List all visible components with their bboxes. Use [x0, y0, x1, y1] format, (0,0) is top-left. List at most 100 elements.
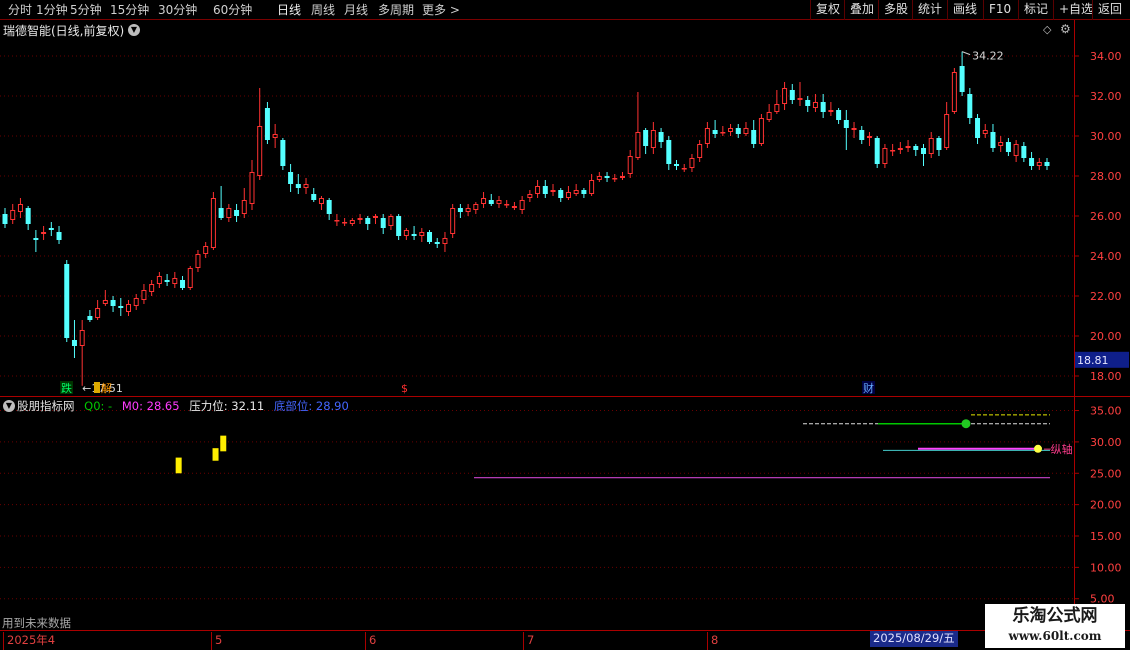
period-tab-9[interactable]: 多周期 [378, 2, 414, 18]
candle-body [71, 340, 77, 346]
q0-value: Q0: - [84, 399, 113, 413]
candle-body [280, 140, 286, 166]
period-tab-2[interactable]: 5分钟 [70, 2, 102, 18]
price-tick-label-0: 34.00 [1090, 50, 1122, 63]
candle-body [550, 190, 556, 192]
toolbar-button-2[interactable]: 多股 [878, 0, 913, 20]
price-tick-label-8: 18.00 [1090, 370, 1122, 383]
price-tick-label-1: 32.00 [1090, 90, 1122, 103]
candle-body [110, 300, 116, 306]
candle-body [180, 280, 186, 288]
candle-body [465, 208, 471, 212]
candle-body [342, 222, 348, 224]
watermark: 乐淘公式网 www.60lt.com [985, 604, 1125, 648]
candle-body [612, 178, 618, 180]
current-price-label: 18.81 [1077, 354, 1109, 367]
date-tick-2: 6 [365, 632, 376, 650]
indicator-tick-label-2: 25.00 [1090, 467, 1122, 480]
candle-body [334, 220, 340, 222]
price-tick-label-6: 22.00 [1090, 290, 1122, 303]
candle-body [743, 128, 749, 134]
candle-body [457, 208, 463, 212]
candle-body [450, 208, 456, 234]
period-tab-6[interactable]: 日线 [277, 2, 301, 18]
candle-body [774, 104, 780, 112]
toolbar-button-1[interactable]: 叠加 [844, 0, 879, 20]
candlestick-chart[interactable]: ─纵轴 34.00 32.00 30.00 28.00 26.00 24.00 22.00 2… [0, 20, 1130, 630]
period-tab-8[interactable]: 月线 [344, 2, 368, 18]
candle-body [349, 220, 355, 224]
candle-body [1013, 144, 1019, 156]
candle-body [481, 198, 487, 204]
candle-body [1036, 162, 1042, 166]
period-tab-5[interactable]: 60分钟 [213, 2, 252, 18]
candle-body [288, 172, 294, 184]
candle-body [589, 180, 595, 194]
candle-body [156, 276, 162, 284]
candle-body [704, 128, 710, 144]
candle-body [25, 208, 31, 224]
candle-body [318, 198, 324, 204]
date-tick-4: 8 [707, 632, 718, 650]
candle-body [542, 186, 548, 194]
candle-body [527, 194, 533, 198]
green-dot [961, 419, 971, 429]
candle-body [511, 206, 517, 208]
candle-body [658, 132, 664, 142]
price-tick-label-4: 26.00 [1090, 210, 1122, 223]
event-e-box [94, 382, 100, 393]
toolbar-button-0[interactable]: 复权 [810, 0, 845, 20]
candle-body [303, 184, 309, 188]
candle-body [951, 72, 957, 112]
toolbar-button-8[interactable]: 返回 [1092, 0, 1127, 20]
candle-body [565, 192, 571, 198]
candle-body [272, 134, 278, 138]
indicator-lines: ─纵轴 [175, 414, 1073, 479]
watermark-title: 乐淘公式网 [1012, 606, 1098, 626]
period-tab-1[interactable]: 1分钟 [36, 2, 68, 18]
candle-body [141, 290, 147, 300]
candle-body [1029, 158, 1035, 166]
toolbar-button-5[interactable]: F10 [983, 0, 1016, 20]
date-axis: 2025年4 5 6 7 8 [0, 630, 1130, 650]
candle-body [241, 200, 247, 214]
candle-body [643, 130, 649, 146]
toolbar-button-4[interactable]: 画线 [947, 0, 982, 20]
candle-body [666, 140, 672, 164]
candle-body [203, 246, 209, 254]
candle-body [365, 218, 371, 224]
candle-body [581, 190, 587, 194]
candle-body [95, 308, 101, 318]
candle-body [33, 238, 39, 240]
toolbar-button-6[interactable]: 标记 [1018, 0, 1053, 20]
date-tick-1: 5 [211, 632, 222, 650]
candle-body [728, 128, 734, 132]
candle-body [789, 90, 795, 100]
price-tick-label-7: 20.00 [1090, 330, 1122, 343]
candle-body [411, 234, 417, 236]
period-tab-4[interactable]: 30分钟 [158, 2, 197, 18]
period-tab-0[interactable]: 分时 [8, 2, 32, 18]
candle-body [10, 210, 16, 220]
event-rong-tag: $ [401, 382, 408, 395]
price-tick-label-2: 30.00 [1090, 130, 1122, 143]
candle-body [226, 208, 232, 218]
candle-body [403, 230, 409, 236]
candle-body [2, 214, 8, 224]
candle-body [650, 130, 656, 148]
candle-body [87, 316, 93, 320]
period-tab-10[interactable]: 更多 > [422, 2, 460, 18]
candle-body [17, 204, 23, 212]
candle-body [944, 114, 950, 148]
candle-body [805, 100, 811, 106]
candle-body [419, 232, 425, 236]
toolbar-button-3[interactable]: 统计 [912, 0, 947, 20]
candle-body [295, 184, 301, 188]
chevron-down-icon[interactable]: ▼ [3, 400, 15, 412]
period-tab-7[interactable]: 周线 [311, 2, 335, 18]
bottom-value: 底部位: 28.90 [273, 399, 349, 413]
candle-body [735, 128, 741, 134]
candle-body [751, 130, 757, 144]
candle-body [48, 228, 54, 230]
period-tab-3[interactable]: 15分钟 [110, 2, 149, 18]
